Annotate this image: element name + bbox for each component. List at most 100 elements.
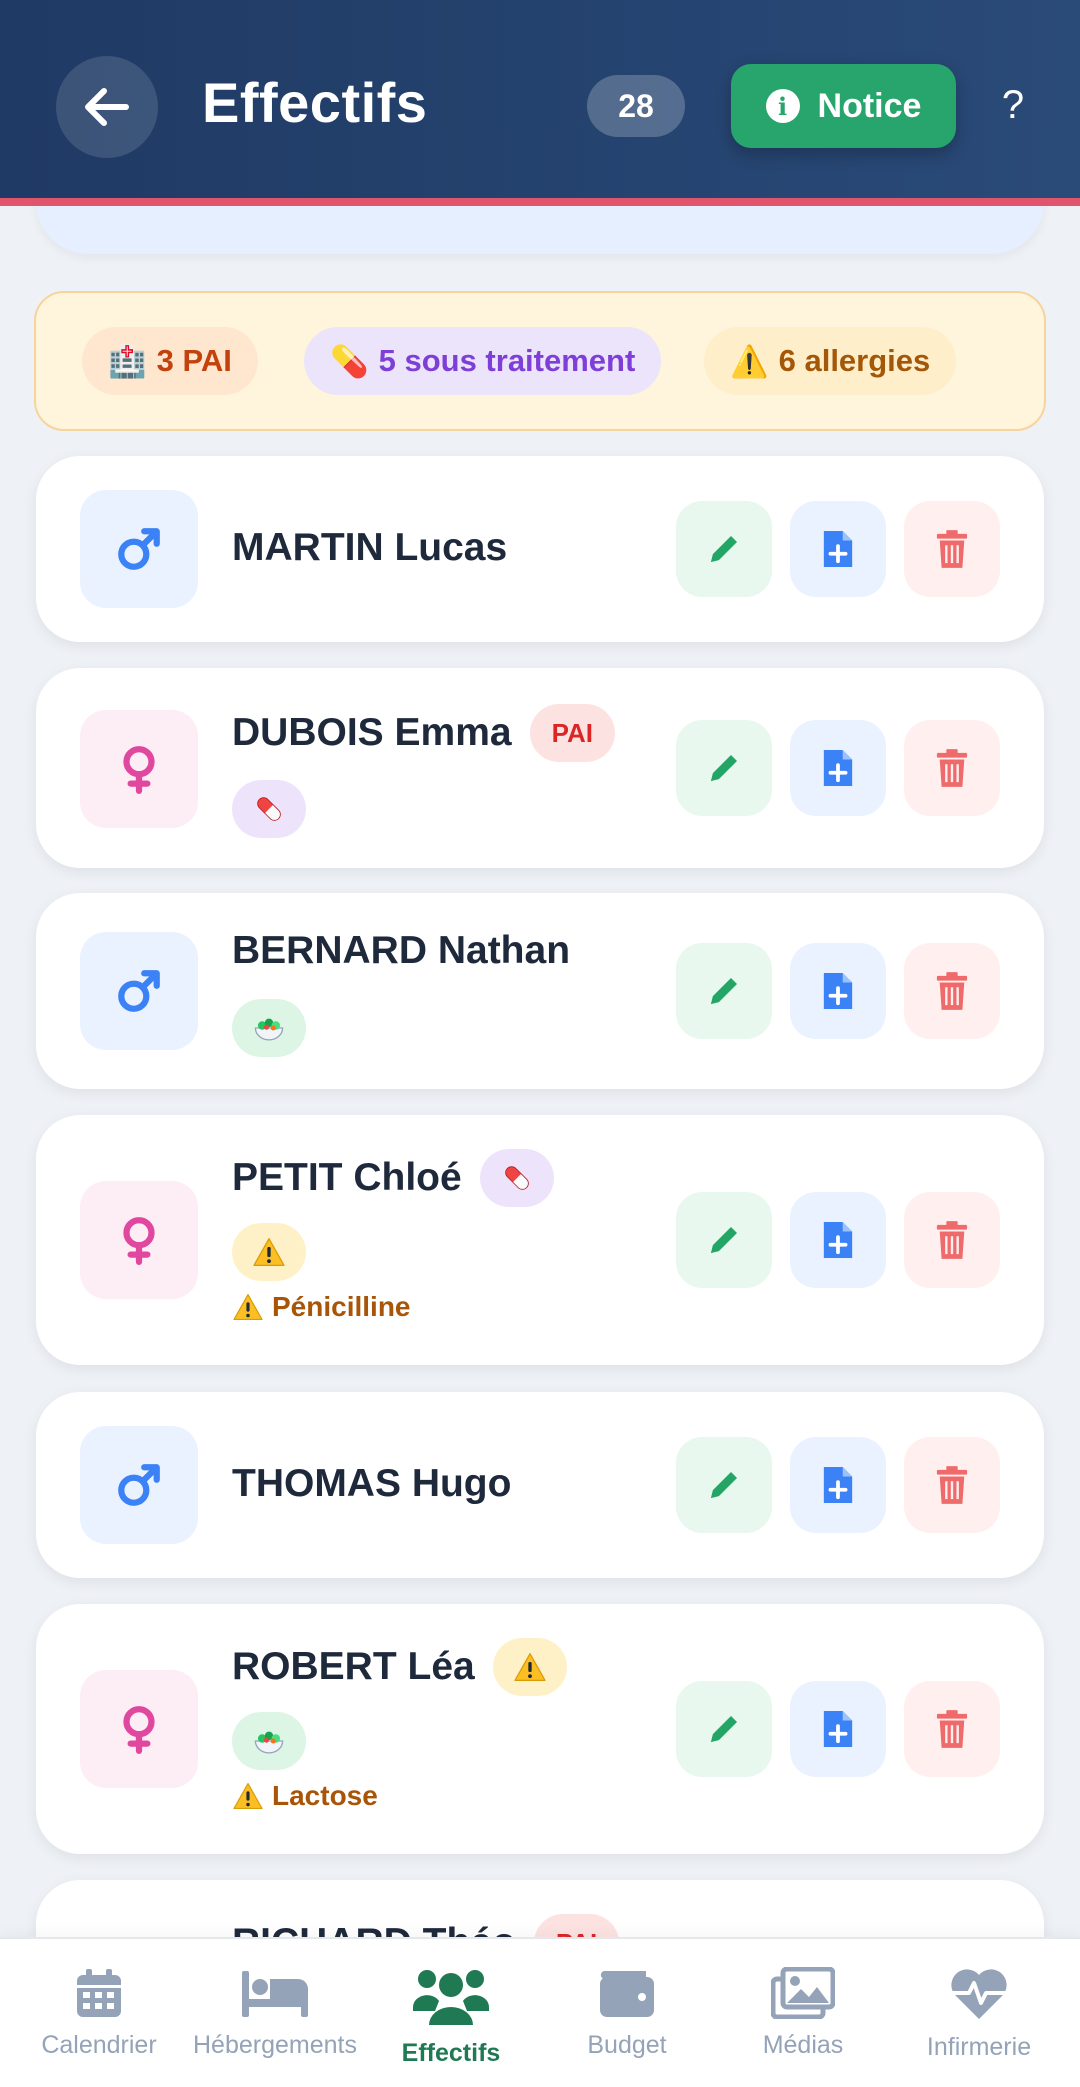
student-card[interactable]: MARTIN Lucas: [36, 456, 1044, 642]
female-icon: [114, 1704, 164, 1754]
diet-badge: [232, 1712, 306, 1770]
allergy-note: Lactose: [232, 1780, 378, 1812]
treatment-count-chip: 💊 5 sous traitement: [304, 327, 662, 395]
heart-pulse-icon: [951, 1969, 1007, 2019]
salad-icon: [252, 1011, 286, 1045]
medical-file-button[interactable]: [790, 720, 886, 816]
notice-button[interactable]: i Notice: [731, 64, 956, 148]
diet-badge: [232, 999, 306, 1057]
pencil-icon: [704, 1709, 744, 1749]
gender-avatar: [80, 1670, 198, 1788]
male-icon: [114, 966, 164, 1016]
delete-button[interactable]: [904, 501, 1000, 597]
allergies-count-label: 6 allergies: [778, 343, 931, 378]
salad-icon: [252, 1724, 286, 1758]
student-card[interactable]: ROBERT Léa Lactose: [36, 1604, 1044, 1854]
pai-count-label: 3 PAI: [156, 343, 232, 378]
female-icon: [114, 744, 164, 794]
pill-icon: 💊: [330, 343, 369, 380]
notice-label: Notice: [817, 86, 922, 125]
student-name: PETIT Chloé: [232, 1156, 462, 1199]
edit-button[interactable]: [676, 1437, 772, 1533]
student-name-row: PETIT Chloé: [232, 1149, 554, 1207]
bottom-navigation: Calendrier Hébergements Effectifs Budget: [0, 1937, 1080, 2087]
nav-label: Effectifs: [401, 2039, 501, 2067]
nav-budget[interactable]: Budget: [539, 1939, 715, 2087]
nav-label: Calendrier: [41, 2031, 157, 2059]
info-icon: i: [765, 89, 800, 123]
file-medical-icon: [821, 747, 855, 789]
back-button[interactable]: [56, 56, 158, 158]
allergy-note: Pénicilline: [232, 1291, 411, 1323]
app-header: Effectifs 28 i Notice ?: [0, 0, 1080, 206]
student-card[interactable]: BERNARD Nathan: [36, 893, 1044, 1089]
nav-calendrier[interactable]: Calendrier: [11, 1939, 187, 2087]
file-medical-icon: [821, 1219, 855, 1261]
health-summary: 🏥 3 PAI 💊 5 sous traitement ⚠️ 6 allergi…: [34, 291, 1046, 431]
delete-button[interactable]: [904, 943, 1000, 1039]
nav-infirmerie[interactable]: Infirmerie: [891, 1939, 1067, 2087]
trash-icon: [935, 1464, 969, 1506]
edit-button[interactable]: [676, 501, 772, 597]
male-icon: [114, 1460, 164, 1510]
allergy-text: Lactose: [272, 1780, 378, 1811]
student-card[interactable]: THOMAS Hugo: [36, 1392, 1044, 1578]
gender-avatar: [80, 490, 198, 608]
trash-icon: [935, 970, 969, 1012]
delete-button[interactable]: [904, 1681, 1000, 1777]
hospital-icon: 🏥: [108, 343, 147, 380]
medical-file-button[interactable]: [790, 943, 886, 1039]
delete-button[interactable]: [904, 1437, 1000, 1533]
warning-icon: [513, 1652, 547, 1682]
edit-button[interactable]: [676, 1681, 772, 1777]
edit-button[interactable]: [676, 720, 772, 816]
gender-avatar: [80, 1426, 198, 1544]
nav-medias[interactable]: Médias: [715, 1939, 891, 2087]
student-card[interactable]: DUBOIS Emma PAI: [36, 668, 1044, 868]
pai-count-chip: 🏥 3 PAI: [82, 327, 258, 395]
warning-icon: [232, 1782, 264, 1810]
nav-label: Infirmerie: [926, 2033, 1032, 2061]
calendar-icon: [77, 1969, 121, 2017]
delete-button[interactable]: [904, 1192, 1000, 1288]
medical-file-button[interactable]: [790, 1437, 886, 1533]
trash-icon: [935, 1708, 969, 1750]
nav-hebergements[interactable]: Hébergements: [187, 1939, 363, 2087]
medical-file-button[interactable]: [790, 501, 886, 597]
medical-file-button[interactable]: [790, 1192, 886, 1288]
help-button[interactable]: ?: [990, 78, 1036, 132]
student-name-row: ROBERT Léa: [232, 1638, 567, 1696]
pill-icon: [500, 1161, 534, 1195]
student-name-row: DUBOIS Emma PAI: [232, 704, 615, 762]
pai-badge: PAI: [529, 704, 615, 762]
edit-button[interactable]: [676, 1192, 772, 1288]
pencil-icon: [704, 529, 744, 569]
arrow-left-icon: [85, 88, 129, 126]
edit-button[interactable]: [676, 943, 772, 1039]
allergies-count-chip: ⚠️ 6 allergies: [704, 327, 957, 395]
student-name-row: MARTIN Lucas: [232, 526, 507, 570]
allergy-text: Pénicilline: [272, 1291, 411, 1322]
student-name: THOMAS Hugo: [232, 1462, 512, 1505]
delete-button[interactable]: [904, 720, 1000, 816]
student-name-row: THOMAS Hugo: [232, 1462, 511, 1506]
nav-effectifs[interactable]: Effectifs: [363, 1939, 539, 2087]
student-card[interactable]: PETIT Chloé Pénicilline: [36, 1115, 1044, 1365]
student-name: ROBERT Léa: [232, 1645, 475, 1688]
allergy-badge: [492, 1638, 567, 1696]
medical-file-button[interactable]: [790, 1681, 886, 1777]
allergy-badge: [232, 1223, 306, 1281]
pencil-icon: [704, 1465, 744, 1505]
student-name: MARTIN Lucas: [232, 526, 508, 569]
trash-icon: [935, 1219, 969, 1261]
warning-icon: ⚠️: [730, 343, 769, 380]
male-icon: [114, 524, 164, 574]
nav-label: Budget: [587, 2031, 667, 2059]
file-medical-icon: [821, 1464, 855, 1506]
trash-icon: [935, 747, 969, 789]
student-name-row: BERNARD Nathan: [232, 929, 570, 973]
pencil-icon: [704, 1220, 744, 1260]
treatment-count-label: 5 sous traitement: [378, 343, 636, 378]
treatment-badge: [232, 780, 306, 838]
student-name: BERNARD Nathan: [232, 929, 571, 972]
